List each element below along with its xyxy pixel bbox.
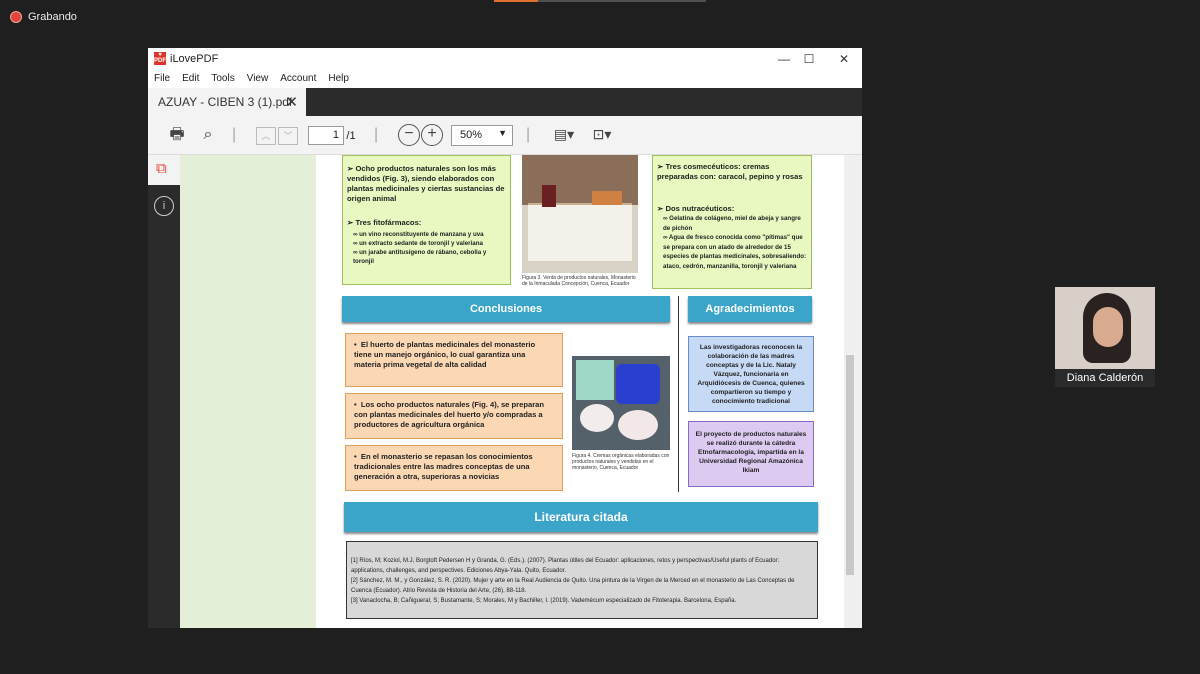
search-icon[interactable]: ⌕ (197, 125, 219, 145)
document-tab[interactable]: AZUAY - CIBEN 3 (1).pdf ✕ (148, 88, 306, 116)
vertical-scrollbar[interactable] (844, 155, 856, 628)
reference-item: [2] Sánchez, M. M., y González, S. R. (2… (351, 578, 795, 594)
print-icon[interactable]: 🖶 (166, 125, 188, 145)
title-bar: ♥ PDF iLovePDF — ☐ ✕ (148, 48, 862, 70)
figure-4-caption: Figura 4. Cremas orgánicas elaboradas co… (572, 453, 670, 471)
page-number-input[interactable]: 1 (308, 126, 344, 145)
menu-tools[interactable]: Tools (205, 70, 240, 88)
recording-indicator: Grabando (10, 9, 77, 25)
zoom-in-icon[interactable]: + (421, 124, 443, 146)
page-total: /1 (346, 130, 356, 142)
tab-close-icon[interactable]: ✕ (285, 93, 298, 111)
agradecimientos-header: Agradecimientos (688, 296, 812, 322)
pdf-page: ➢ Ocho productos naturales son los más v… (180, 155, 844, 628)
recording-label: Grabando (28, 11, 77, 23)
products-box: ➢ Ocho productos naturales son los más v… (342, 155, 511, 285)
column-divider (678, 296, 679, 492)
pages-icon: ⧉ (156, 160, 167, 177)
record-icon (10, 11, 22, 23)
page-layout-icon[interactable]: ▤▾ (550, 124, 578, 144)
next-page-icon[interactable]: ﹀ (278, 127, 298, 145)
window-title: iLovePDF (170, 53, 219, 65)
participant-name: Diana Calderón (1055, 369, 1155, 387)
left-sidebar (148, 155, 180, 628)
participant-video[interactable]: Diana Calderón (1055, 287, 1155, 387)
reference-item: [1] Ríos, M; Koziol, M.J, Borgtoft Peder… (351, 558, 780, 574)
figure-4-photo (572, 356, 670, 450)
divider: | (232, 126, 237, 143)
info-icon[interactable]: i (154, 196, 174, 216)
app-logo-icon: ♥ PDF (154, 52, 166, 65)
menu-help[interactable]: Help (322, 70, 355, 88)
conclusion-item: • En el monasterio se repasan los conoci… (345, 445, 563, 491)
divider: | (374, 126, 379, 143)
menu-view[interactable]: View (241, 70, 275, 88)
app-window: ♥ PDF iLovePDF — ☐ ✕ File Edit Tools View… (148, 48, 862, 628)
toolbar: 🖶 ⌕ | ︿ ﹀ 1 /1 | − + 50% ▼ | ▤▾ ⊡▾ (148, 116, 862, 155)
tab-label: AZUAY - CIBEN 3 (1).pdf (158, 95, 293, 109)
literatura-header: Literatura citada (344, 502, 818, 532)
menu-edit[interactable]: Edit (176, 70, 205, 88)
prev-page-icon[interactable]: ︿ (256, 127, 276, 145)
conclusion-item: • El huerto de plantas medicinales del m… (345, 333, 563, 387)
acknowledgement-box: Las investigadoras reconocen la colabora… (688, 336, 814, 412)
conclusion-item: • Los ocho productos naturales (Fig. 4),… (345, 393, 563, 439)
zoom-out-icon[interactable]: − (398, 124, 420, 146)
menu-account[interactable]: Account (274, 70, 322, 88)
cosmeceuticals-box: ➢ Tres cosmecéuticos: cremas preparadas … (652, 155, 812, 289)
share-bar (494, 0, 706, 2)
pdf-viewer[interactable]: ➢ Ocho productos naturales son los más v… (180, 155, 844, 628)
conclusiones-header: Conclusiones (342, 296, 670, 322)
project-box: El proyecto de productos naturales se re… (688, 421, 814, 487)
references-box: [1] Ríos, M; Koziol, M.J, Borgtoft Peder… (346, 541, 818, 619)
zoom-select[interactable]: 50% ▼ (451, 125, 513, 146)
close-button[interactable]: ✕ (834, 51, 854, 67)
reference-item: [3] Vanaclocha, B; Cañigueral, S; Bustam… (351, 598, 737, 604)
maximize-button[interactable]: ☐ (799, 51, 819, 67)
tab-strip: AZUAY - CIBEN 3 (1).pdf ✕ (148, 88, 862, 116)
sidebar-pages-button[interactable]: ⧉ (148, 155, 180, 185)
menu-bar: File Edit Tools View Account Help (148, 70, 862, 88)
menu-file[interactable]: File (148, 70, 176, 88)
divider: | (526, 126, 531, 143)
scrollbar-thumb[interactable] (846, 355, 854, 575)
page-side-panel (180, 155, 330, 628)
minimize-button[interactable]: — (774, 51, 794, 67)
fit-width-icon[interactable]: ⊡▾ (588, 124, 616, 144)
figure-3-caption: Figura 3. Venta de productos naturales, … (522, 275, 636, 287)
figure-3-photo (522, 155, 638, 273)
